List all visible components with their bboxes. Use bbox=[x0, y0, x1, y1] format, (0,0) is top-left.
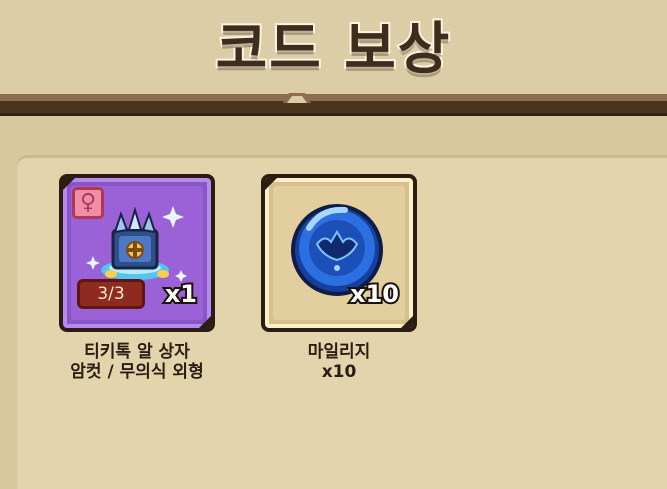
count-badge: 3/3 bbox=[77, 279, 145, 309]
quantity-label: x10 bbox=[348, 278, 401, 310]
page-title: 코드 보상 bbox=[214, 15, 452, 84]
header-trim-dark bbox=[0, 101, 667, 116]
reward-name-line2: x10 bbox=[321, 362, 357, 382]
quantity-label: x1 bbox=[163, 278, 199, 310]
reward-item-egg-box[interactable]: ♀ 3/3 x1 티키톡 알 상자 암컷 / 무의식 외형 bbox=[59, 174, 215, 382]
reward-name: 마일리지 x10 bbox=[231, 342, 447, 382]
reward-card: ♀ 3/3 x1 bbox=[59, 174, 215, 332]
female-icon: ♀ bbox=[72, 187, 104, 219]
reward-name-line1: 마일리지 bbox=[307, 342, 371, 362]
rewards-panel: ♀ 3/3 x1 티키톡 알 상자 암컷 / 무의식 외형 x10 마일리지 x… bbox=[17, 155, 667, 489]
reward-name-line1: 티키톡 알 상자 bbox=[84, 342, 190, 362]
reward-item-mileage[interactable]: x10 마일리지 x10 bbox=[261, 174, 417, 382]
header-panel: 코드 보상 bbox=[0, 0, 667, 94]
reward-name: 티키톡 알 상자 암컷 / 무의식 외형 bbox=[29, 342, 245, 382]
header-notch-ornament bbox=[283, 93, 311, 103]
reward-name-line2: 암컷 / 무의식 외형 bbox=[70, 362, 204, 382]
reward-card: x10 bbox=[261, 174, 417, 332]
header-trim-light bbox=[0, 94, 667, 101]
